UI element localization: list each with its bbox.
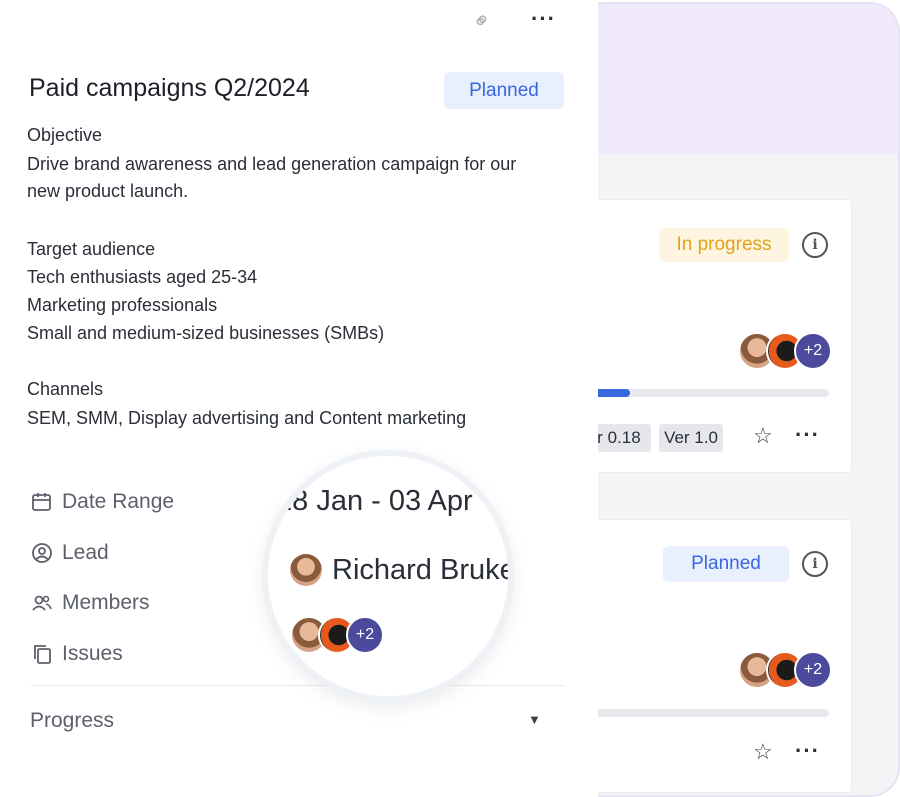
member-avatars[interactable]: +2 — [738, 332, 832, 370]
star-icon[interactable]: ☆ — [753, 739, 773, 765]
copy-icon — [30, 642, 54, 666]
property-label: Members — [62, 591, 150, 614]
property-issues[interactable]: Issues — [30, 642, 123, 666]
property-date-range[interactable]: Date Range — [30, 490, 174, 514]
property-label: Date Range — [62, 490, 175, 513]
lead-name: Richard Bruke — [332, 554, 508, 586]
avatar — [290, 554, 322, 586]
users-icon — [30, 591, 54, 615]
divider — [30, 685, 565, 686]
channels-text: SEM, SMM, Display advertising and Conten… — [27, 408, 467, 428]
info-icon[interactable]: i — [802, 232, 828, 258]
link-icon[interactable]: ⚭ — [467, 5, 498, 36]
progress-section-title: Progress — [30, 709, 115, 732]
objective-label: Objective — [27, 125, 103, 145]
chevron-down-icon[interactable]: ▼ — [528, 712, 541, 727]
audience-label: Target audience — [27, 239, 156, 259]
objective-text-line: new product launch. — [27, 181, 189, 201]
status-badge-planned: Planned — [663, 546, 789, 582]
version-tag[interactable]: Ver 1.0 — [659, 424, 723, 452]
calendar-icon — [30, 490, 54, 514]
page-title: Paid campaigns Q2/2024 — [29, 74, 310, 102]
avatar-more-count: +2 — [346, 616, 384, 654]
status-badge-planned[interactable]: Planned — [444, 72, 564, 109]
info-icon[interactable]: i — [802, 551, 828, 577]
channels-label: Channels — [27, 379, 104, 399]
more-options-icon[interactable]: ··· — [795, 422, 820, 448]
status-badge-in-progress: In progress — [659, 228, 789, 262]
property-lead[interactable]: Lead — [30, 541, 109, 565]
more-options-icon[interactable]: ··· — [531, 6, 556, 32]
objective-text-line: Drive brand awareness and lead generatio… — [27, 154, 517, 174]
member-avatars: +2 — [290, 616, 384, 654]
more-options-icon[interactable]: ··· — [795, 738, 820, 764]
date-range-value: 18 Jan - 03 Apr — [276, 485, 473, 517]
magnifier-lens: 18 Jan - 03 Apr Richard Bruke +2 — [268, 456, 508, 696]
property-members[interactable]: Members — [30, 591, 150, 615]
user-circle-icon — [30, 541, 54, 565]
member-avatars[interactable]: +2 — [738, 651, 832, 689]
star-icon[interactable]: ☆ — [753, 423, 773, 449]
audience-item: Marketing professionals — [27, 295, 218, 315]
campaign-detail-panel: ⚭ ··· Paid campaigns Q2/2024 Planned Obj… — [0, 0, 598, 797]
property-label: Lead — [62, 541, 109, 564]
property-label: Issues — [62, 642, 123, 665]
avatar-more-count: +2 — [794, 332, 832, 370]
audience-item: Small and medium-sized businesses (SMBs) — [27, 323, 385, 343]
avatar-more-count: +2 — [794, 651, 832, 689]
audience-item: Tech enthusiasts aged 25-34 — [27, 267, 258, 287]
